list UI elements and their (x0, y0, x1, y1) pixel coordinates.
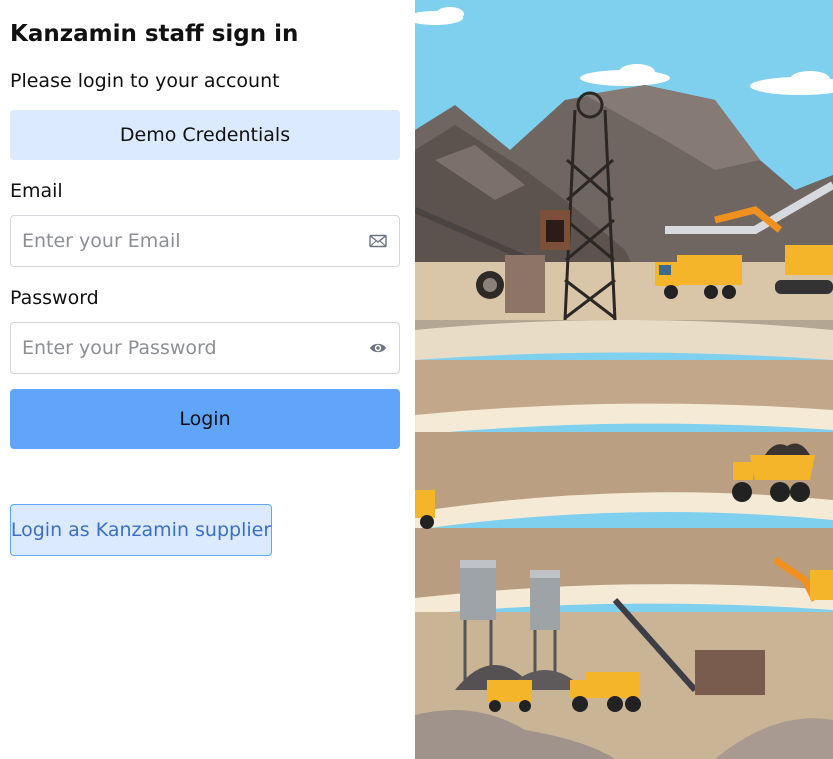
page-subtitle: Please login to your account (10, 70, 280, 92)
password-field (10, 322, 400, 374)
mine-illustration (415, 0, 833, 759)
email-input[interactable] (11, 216, 351, 266)
demo-credentials-button[interactable]: Demo Credentials (10, 110, 400, 160)
envelope-icon (369, 234, 387, 248)
mine-scene (415, 0, 833, 759)
eye-icon[interactable] (369, 340, 387, 356)
page-title: Kanzamin staff sign in (10, 21, 299, 47)
login-button[interactable]: Login (10, 389, 400, 449)
email-label: Email (10, 180, 63, 202)
ground (415, 262, 833, 322)
supplier-login-button[interactable]: Login as Kanzamin supplier (10, 504, 272, 556)
email-field (10, 215, 400, 267)
login-panel: Kanzamin staff sign in Please login to y… (0, 0, 415, 759)
password-input[interactable] (11, 323, 351, 373)
password-label: Password (10, 287, 99, 309)
